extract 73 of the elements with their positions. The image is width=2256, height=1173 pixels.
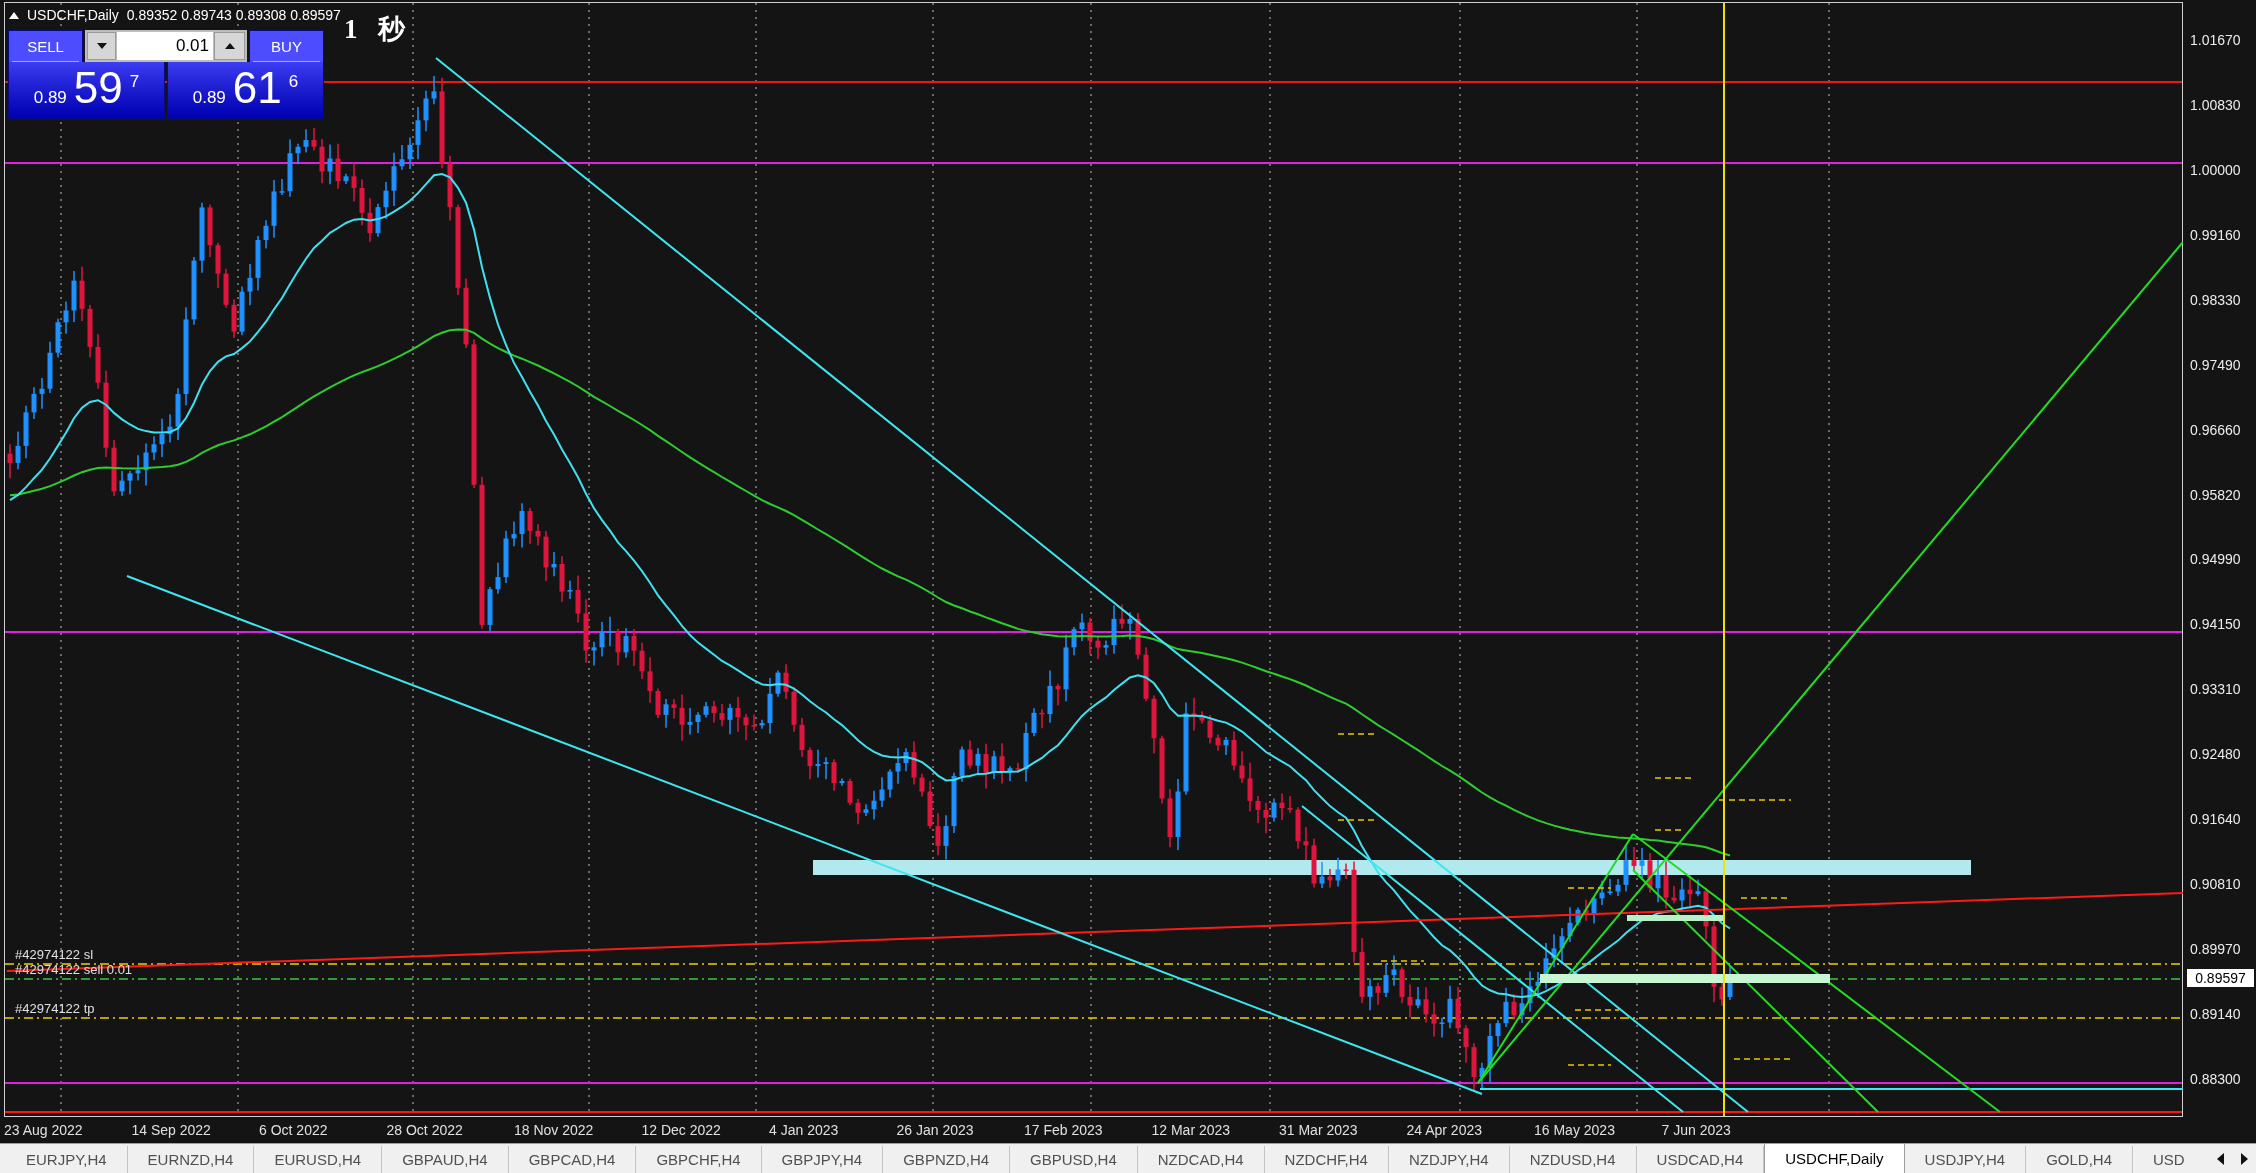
price-label: 0.97490 (2190, 356, 2241, 373)
price-label: 0.93310 (2190, 681, 2241, 698)
caret-down-icon (96, 43, 107, 49)
date-label: 18 Nov 2022 (514, 1122, 594, 1138)
caret-up-icon[interactable] (9, 12, 19, 19)
date-label: 23 Aug 2022 (4, 1122, 83, 1138)
price-label: 0.98330 (2190, 291, 2241, 308)
current-price-label: 0.89597 (2187, 969, 2254, 987)
symbol-label: USDCHF,Daily (27, 7, 119, 24)
level-mark (1567, 887, 1612, 889)
chart-tab[interactable]: NZDJPY,H4 (1388, 1146, 1510, 1173)
caret-left-icon[interactable] (2216, 1152, 2224, 1165)
order-label: #42974122 tp (15, 1001, 95, 1017)
price-label: 0.99160 (2190, 226, 2241, 243)
price-label: 0.89140 (2190, 1006, 2241, 1023)
level-mark (1380, 960, 1425, 962)
date-label: 7 Jun 2023 (1661, 1122, 1731, 1138)
chart-tab[interactable]: NZDCHF,H4 (1264, 1146, 1389, 1173)
level-mark (1654, 829, 1684, 831)
level-mark (1654, 777, 1692, 779)
date-label: 14 Sep 2022 (131, 1122, 211, 1138)
price-label: 0.95820 (2190, 486, 2241, 503)
date-label: 12 Dec 2022 (641, 1122, 721, 1138)
chart-tab[interactable]: GBPCAD,H4 (508, 1146, 637, 1173)
price-label: 0.88300 (2190, 1070, 2241, 1087)
price-label: 0.96660 (2190, 421, 2241, 438)
chart-tab[interactable]: NZDCAD,H4 (1137, 1146, 1265, 1173)
timer-label: 1 秒 (344, 13, 406, 45)
price-label: 0.89970 (2190, 941, 2241, 958)
price-label: 1.00000 (2190, 161, 2241, 178)
date-label: 31 Mar 2023 (1279, 1122, 1358, 1138)
chart-tab[interactable]: GBPUSD,H4 (1010, 1146, 1138, 1173)
chart-tab[interactable]: GBPJPY,H4 (761, 1146, 884, 1173)
chart-tab[interactable]: EURUSD,H4 (254, 1146, 383, 1173)
date-label: 4 Jan 2023 (769, 1122, 839, 1138)
caret-up-icon (224, 43, 235, 49)
price-label: 1.01670 (2190, 31, 2241, 48)
level-mark (1337, 819, 1375, 821)
date-label: 17 Feb 2023 (1024, 1122, 1103, 1138)
chart-tab[interactable]: USD (2133, 1146, 2189, 1173)
sell-button[interactable]: SELL (8, 30, 83, 62)
date-label: 12 Mar 2023 (1151, 1122, 1231, 1138)
chart-tab[interactable]: GOLD,H4 (2026, 1146, 2134, 1173)
date-label: 16 May 2023 (1534, 1122, 1615, 1138)
order-label: #42974122 sl (15, 947, 94, 963)
chart-tab[interactable]: USDJPY,H4 (1904, 1146, 2027, 1173)
level-mark (1574, 1009, 1620, 1011)
date-label: 26 Jan 2023 (896, 1122, 974, 1138)
price-label: 1.00830 (2190, 96, 2241, 113)
ohlc-quote: 0.89352 0.89743 0.89308 0.89597 (126, 7, 341, 24)
chart-tab[interactable]: EURJPY,H4 (6, 1146, 128, 1173)
date-label: 24 Apr 2023 (1406, 1122, 1482, 1138)
price-label: 0.91640 (2190, 811, 2241, 828)
price-label: 0.92480 (2190, 746, 2241, 763)
date-label: 6 Oct 2022 (259, 1122, 328, 1138)
chart-tab[interactable]: NZDUSD,H4 (1509, 1146, 1637, 1173)
chart-tab[interactable]: GBPCHF,H4 (636, 1146, 762, 1173)
price-label: 0.94150 (2190, 616, 2241, 633)
chart-tab[interactable]: GBPAUD,H4 (382, 1146, 509, 1173)
buy-button[interactable]: BUY (249, 30, 324, 62)
decrease-lot-button[interactable] (87, 32, 116, 60)
price-label: 0.90810 (2190, 876, 2241, 893)
lot-size-field[interactable]: 0.01 (117, 32, 213, 60)
chart-tab[interactable]: GBPNZD,H4 (883, 1146, 1011, 1173)
chart-tab[interactable]: EURNZD,H4 (127, 1146, 255, 1173)
date-label: 28 Oct 2022 (386, 1122, 463, 1138)
level-mark (1337, 733, 1375, 735)
caret-right-icon[interactable] (2240, 1152, 2248, 1165)
price-label: 0.94990 (2190, 551, 2241, 568)
increase-lot-button[interactable] (214, 32, 245, 60)
level-mark (1567, 1064, 1612, 1066)
level-mark (1733, 1058, 1792, 1060)
chart-tab[interactable]: USDCHF,Daily (1764, 1144, 1905, 1173)
